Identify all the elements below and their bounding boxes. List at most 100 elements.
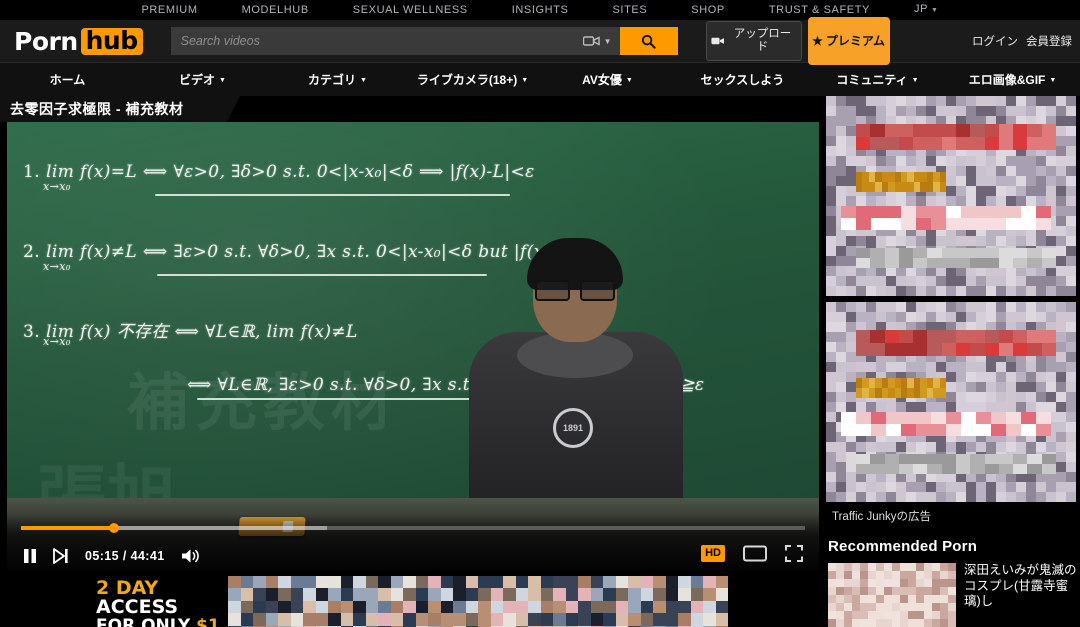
next-video-button[interactable] bbox=[53, 548, 69, 564]
premium-button[interactable]: ★ プレミアム bbox=[808, 17, 890, 65]
search-button[interactable] bbox=[620, 27, 678, 55]
nav-item-dating[interactable]: セックスしよう bbox=[675, 71, 810, 88]
progress-bar[interactable] bbox=[21, 526, 805, 530]
glasses-icon bbox=[535, 280, 615, 297]
progress-thumb[interactable] bbox=[109, 523, 119, 533]
topbar-label: SHOP bbox=[691, 4, 725, 16]
chalk-underline bbox=[155, 194, 510, 196]
fullscreen-button[interactable] bbox=[785, 545, 803, 562]
search-filter-dropdown[interactable]: ▼ bbox=[581, 27, 620, 55]
chevron-down-icon: ▼ bbox=[521, 77, 528, 84]
topbar-item-sites[interactable]: SITES bbox=[590, 0, 669, 20]
nav-item-categories[interactable]: カテゴリ ▼ bbox=[270, 71, 405, 88]
topbar-item-shop[interactable]: SHOP bbox=[669, 0, 747, 20]
nav-item-videos[interactable]: ビデオ▼ bbox=[135, 71, 270, 88]
banner-line-1: 2 DAY ACCESS bbox=[96, 579, 228, 618]
topbar-label: SITES bbox=[612, 4, 647, 16]
sidebar-ad-1[interactable] bbox=[826, 96, 1076, 296]
controls-left: 05:15 / 44:41 bbox=[23, 548, 201, 564]
search-input[interactable] bbox=[171, 27, 581, 55]
nav-label: エロ画像&GIF bbox=[969, 73, 1046, 87]
pornhub-logo[interactable]: Pornhub bbox=[14, 27, 143, 56]
banner-rest-2: FOR ONLY bbox=[96, 616, 190, 627]
topbar-label: MODELHUB bbox=[242, 4, 309, 16]
chalk-equation-3-sub: x→x₀ bbox=[43, 335, 71, 348]
recommended-video-title: 深田えいみが鬼滅のコスプレ(甘露寺蜜璃)し bbox=[964, 563, 1080, 627]
chalk-equation-2-sub: x→x₀ bbox=[43, 260, 71, 273]
search-bar: ▼ bbox=[171, 27, 678, 55]
signup-link[interactable]: 会員登録 bbox=[1026, 33, 1072, 49]
chevron-down-icon: ▼ bbox=[604, 37, 612, 46]
nav-label: ビデオ bbox=[179, 73, 215, 87]
topbar-item-sexual-wellness[interactable]: SEXUAL WELLNESS bbox=[331, 0, 490, 20]
video-thumbnail[interactable] bbox=[828, 563, 956, 627]
nav-label: コミュニティ bbox=[836, 73, 907, 87]
fullscreen-icon bbox=[785, 545, 803, 562]
chalk-equation-3: 3.lim f(x) 不存在 ⟺ ∀L∈ℝ, lim f(x)≠L bbox=[23, 317, 358, 342]
chevron-down-icon: ▼ bbox=[931, 7, 939, 14]
logo-text-porn: Porn bbox=[14, 27, 78, 56]
topbar-label: TRUST & SAFETY bbox=[769, 4, 870, 16]
nav-item-pornstars[interactable]: AV女優▼ bbox=[540, 71, 675, 88]
video-camera-icon bbox=[583, 35, 600, 47]
time-display: 05:15 / 44:41 bbox=[85, 549, 165, 563]
chevron-down-icon: ▼ bbox=[626, 77, 633, 84]
next-track-icon bbox=[53, 548, 69, 564]
nav-label: ホーム bbox=[50, 73, 86, 87]
chalk-equation-number: 3. bbox=[23, 322, 40, 342]
video-title-tab: 去零因子求極限 - 補充教材 bbox=[0, 96, 227, 122]
login-link[interactable]: ログイン bbox=[972, 33, 1018, 49]
recommended-video-item[interactable]: 深田えいみが鬼滅のコスプレ(甘露寺蜜璃)し bbox=[826, 563, 1080, 627]
search-icon bbox=[641, 34, 656, 49]
pause-button[interactable] bbox=[23, 548, 37, 564]
chalkboard-ghost-text: 補充教材 bbox=[127, 352, 399, 442]
chevron-down-icon: ▼ bbox=[360, 77, 367, 84]
player-controls: 05:15 / 44:41 HD bbox=[7, 514, 819, 570]
nav-label: セックスしよう bbox=[701, 73, 785, 87]
sidebar-ad-2[interactable]: Traffic Junkyの広告 bbox=[826, 302, 1076, 524]
upload-button[interactable]: アップロード bbox=[706, 21, 802, 61]
topbar-label: JP bbox=[914, 3, 928, 15]
sidebar: Traffic Junkyの広告 Recommended Porn 深田えいみが… bbox=[820, 96, 1080, 627]
video-column: 去零因子求極限 - 補充教材 補充教材 張旭 1.lim f(x)=L ⟺ ∀ε… bbox=[0, 96, 820, 627]
topbar-label: INSIGHTS bbox=[512, 4, 569, 16]
upload-label: アップロード bbox=[728, 28, 796, 54]
theater-mode-button[interactable] bbox=[743, 545, 767, 562]
topbar-item-language[interactable]: JP▼ bbox=[892, 0, 961, 21]
site-header: Pornhub ▼ アップロード ★ プレミアム ログイン 会員登 bbox=[0, 20, 1080, 62]
star-icon: ★ bbox=[812, 34, 823, 48]
nav-item-livecams[interactable]: ライブカメラ(18+) ▼ bbox=[405, 71, 540, 88]
chevron-down-icon: ▼ bbox=[1049, 77, 1056, 84]
chevron-down-icon: ▼ bbox=[912, 77, 919, 84]
nav-item-community[interactable]: コミュニティ ▼ bbox=[810, 71, 945, 88]
bottom-ad-banner[interactable]: 2 DAY ACCESS FOR ONLY $1 bbox=[88, 576, 728, 627]
theater-mode-icon bbox=[743, 545, 767, 562]
banner-pixelated-image bbox=[228, 576, 728, 627]
topbar-item-insights[interactable]: INSIGHTS bbox=[490, 0, 591, 20]
page-title: 去零因子求極限 - 補充教材 bbox=[10, 99, 183, 119]
topbar-item-modelhub[interactable]: MODELHUB bbox=[220, 0, 331, 20]
jacket-logo: 1891 bbox=[553, 408, 593, 448]
main-navigation: ホーム ビデオ▼ カテゴリ▼ ライブカメラ(18+)▼ AV女優▼ セックスしよ… bbox=[0, 62, 1080, 96]
quality-badge[interactable]: HD bbox=[701, 545, 725, 561]
pause-icon bbox=[23, 548, 37, 564]
banner-line-2: FOR ONLY $1 bbox=[96, 618, 228, 627]
controls-right: HD bbox=[701, 545, 803, 562]
topbar-item-premium[interactable]: PREMIUM bbox=[119, 0, 219, 20]
nav-item-home[interactable]: ホーム bbox=[0, 71, 135, 88]
ad-disclosure-label: Traffic Junkyの広告 bbox=[826, 502, 1076, 524]
nav-item-photos-gifs[interactable]: エロ画像&GIF▼ bbox=[945, 71, 1080, 88]
banner-text: 2 DAY ACCESS FOR ONLY $1 bbox=[88, 579, 228, 627]
advertisement-image[interactable] bbox=[826, 302, 1076, 502]
advertisement-image[interactable] bbox=[826, 96, 1076, 296]
chalk-equation-text: lim f(x)=L ⟺ ∀ε>0, ∃δ>0 s.t. 0<|x-x₀|<δ … bbox=[46, 162, 535, 182]
topbar-label: PREMIUM bbox=[141, 4, 197, 16]
video-player[interactable]: 補充教材 張旭 1.lim f(x)=L ⟺ ∀ε>0, ∃δ>0 s.t. 0… bbox=[7, 122, 819, 570]
nav-label: ライブカメラ(18+) bbox=[417, 73, 517, 87]
volume-icon bbox=[181, 548, 201, 564]
nav-label: カテゴリ bbox=[308, 73, 356, 87]
volume-button[interactable] bbox=[181, 548, 201, 564]
recommended-section-title: Recommended Porn bbox=[826, 524, 1080, 563]
video-camera-icon bbox=[711, 36, 725, 46]
topbar-label: SEXUAL WELLNESS bbox=[353, 4, 468, 16]
